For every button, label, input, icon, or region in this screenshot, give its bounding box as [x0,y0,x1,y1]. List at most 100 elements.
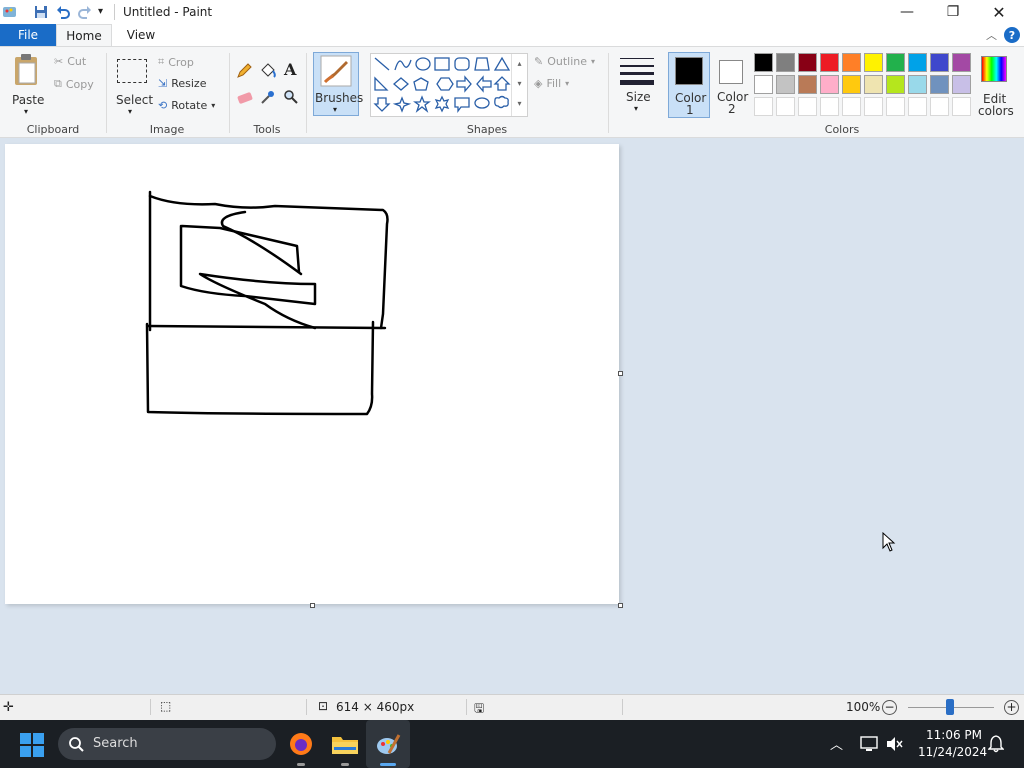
copy-button[interactable]: ⧉ Copy [54,77,94,91]
custom-color-slot[interactable] [930,97,949,116]
color-swatch[interactable] [864,53,883,72]
fill-icon: ◈ [534,77,543,90]
pencil-icon[interactable] [236,63,252,79]
color-swatch[interactable] [908,53,927,72]
custom-color-slot[interactable] [908,97,927,116]
color2-button[interactable]: Color 2 [712,52,752,118]
paint-taskbar-button[interactable] [366,720,410,768]
title-bar: ▾ Untitled - Paint — ❐ ✕ [0,0,1024,24]
magnifier-icon[interactable] [283,89,299,105]
color-swatch[interactable] [798,53,817,72]
collapse-ribbon-icon[interactable]: ︿ [986,27,997,43]
ribbon-separator [306,53,307,133]
minimize-button[interactable]: — [884,0,930,24]
firefox-taskbar-button[interactable] [279,720,323,768]
save-icon[interactable] [34,5,48,19]
custom-color-slot[interactable] [864,97,883,116]
left-arrow-shape-icon [476,75,492,93]
redo-icon[interactable] [78,5,92,19]
color-swatch[interactable] [776,53,795,72]
diamond-shape-icon [393,77,409,91]
color-swatch[interactable] [842,75,861,94]
color-swatch[interactable] [908,75,927,94]
brush-icon [320,55,352,87]
color1-button[interactable]: Color 1 [668,52,710,118]
resize-handle-bottom[interactable] [310,603,315,608]
quick-access-dropdown-icon[interactable]: ▾ [98,6,103,17]
text-tool-icon[interactable]: A [284,60,296,79]
ribbon-separator [229,53,230,133]
shapes-scroll[interactable]: ▴ ▾ ▾ [511,54,527,116]
brushes-button[interactable]: Brushes ▾ [313,52,363,116]
ribbon-separator [608,53,609,133]
fill-bucket-icon[interactable] [259,63,277,79]
color-swatch[interactable] [864,75,883,94]
zoom-slider-thumb[interactable] [946,699,954,715]
status-separator [466,699,467,715]
edit-colors-button[interactable]: Edit colors [976,52,1014,118]
clock-time[interactable]: 11:06 PM [926,728,982,742]
color-picker-icon[interactable] [260,89,276,105]
color2-swatch [719,60,743,84]
rectangle-callout-shape-icon [454,97,470,113]
close-button[interactable]: ✕ [976,0,1022,24]
size-button[interactable]: Size ▾ [616,52,658,118]
custom-color-slot[interactable] [798,97,817,116]
fill-dropdown-icon: ▾ [565,79,570,88]
volume-muted-icon[interactable] [886,736,904,752]
color-swatch[interactable] [798,75,817,94]
color-swatch[interactable] [930,75,949,94]
custom-color-slot[interactable] [820,97,839,116]
help-icon[interactable]: ? [1004,27,1020,43]
resize-handle-corner[interactable] [618,603,623,608]
paste-button[interactable]: Paste ▾ [8,51,48,116]
cut-button[interactable]: ✂ Cut [54,55,86,68]
shapes-gallery: ▴ ▾ ▾ [370,53,528,117]
color-swatch[interactable] [952,53,971,72]
shapes-group-label: Shapes [466,123,508,136]
clock-date[interactable]: 11/24/2024 [918,745,987,759]
rotate-button[interactable]: ⟲ Rotate ▾ [158,99,215,112]
hexagon-shape-icon [436,77,454,91]
show-hidden-icons-icon[interactable]: ︿ [830,734,843,753]
color-swatch[interactable] [886,53,905,72]
tab-home[interactable]: Home [56,24,112,47]
image-dimensions: 614 × 460px [336,700,415,714]
restore-button[interactable]: ❐ [930,0,976,24]
undo-icon[interactable] [56,5,70,19]
notification-bell-icon[interactable] [988,735,1004,753]
shapes-icons [373,56,511,113]
custom-color-slot[interactable] [952,97,971,116]
file-explorer-taskbar-button[interactable] [323,720,367,768]
tab-view[interactable]: View [118,24,164,46]
tab-file[interactable]: File [0,24,56,46]
color-swatch[interactable] [776,75,795,94]
resize-button[interactable]: ⇲ Resize [158,77,206,90]
color-swatch[interactable] [930,53,949,72]
taskbar: Search ︿ 11:06 PM 11/24/2024 [0,720,1024,768]
color-swatch[interactable] [886,75,905,94]
color-swatch[interactable] [842,53,861,72]
select-button[interactable]: Select ▾ [112,51,153,116]
color-swatch[interactable] [754,75,773,94]
fill-button[interactable]: ◈ Fill ▾ [534,77,569,90]
color-swatch[interactable] [820,53,839,72]
color-swatch[interactable] [952,75,971,94]
crop-button[interactable]: ⌗ Crop [158,55,194,69]
custom-color-slot[interactable] [754,97,773,116]
drawing-canvas[interactable] [5,144,619,604]
color-swatch[interactable] [754,53,773,72]
outline-button[interactable]: ✎ Outline ▾ [534,55,595,68]
custom-color-slot[interactable] [886,97,905,116]
outline-dropdown-icon: ▾ [591,57,596,66]
resize-handle-right[interactable] [618,371,623,376]
custom-color-slot[interactable] [776,97,795,116]
network-icon[interactable] [860,736,878,752]
zoom-out-button[interactable]: − [882,700,897,715]
custom-color-slot[interactable] [842,97,861,116]
eraser-icon[interactable] [236,91,254,105]
color-swatch[interactable] [820,75,839,94]
taskbar-search-box[interactable]: Search [58,728,276,760]
windows-start-icon[interactable] [20,733,44,757]
zoom-in-button[interactable]: + [1004,700,1019,715]
